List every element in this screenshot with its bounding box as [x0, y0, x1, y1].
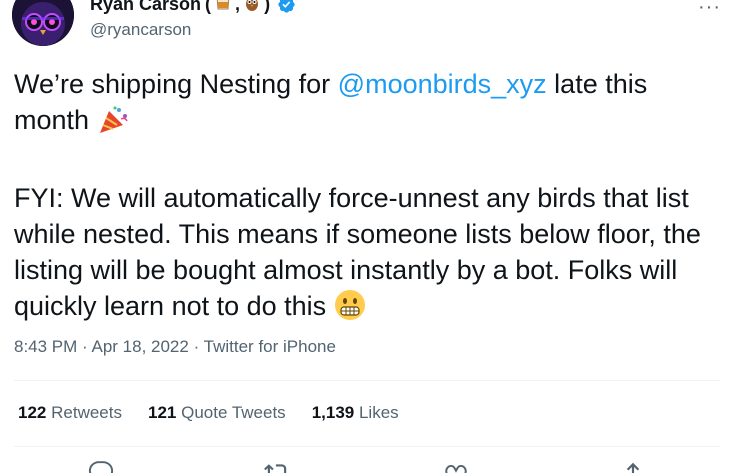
likes-stat[interactable]: 1,139 Likes [312, 403, 399, 423]
author-name-row[interactable]: Ryan Carson ( , ) [90, 0, 296, 15]
tweet-stats: 122 Retweets 121 Quote Tweets 1,139 Like… [18, 403, 399, 423]
retweets-count: 122 [18, 403, 47, 422]
party-popper-icon [97, 105, 129, 144]
verified-badge-icon [277, 0, 296, 14]
tweet-time[interactable]: 8:43 PM [14, 337, 77, 356]
tweet-meta: 8:43 PM · Apr 18, 2022 · Twitter for iPh… [14, 337, 336, 357]
tweet-text: We’re shipping Nesting for @moonbirds_xy… [14, 66, 714, 330]
retweets-label: Retweets [51, 403, 122, 422]
tweet-date[interactable]: Apr 18, 2022 [91, 337, 188, 356]
action-bar [0, 460, 737, 473]
avatar-owl-icon [12, 0, 74, 46]
quote-tweets-stat[interactable]: 121 Quote Tweets [148, 403, 286, 423]
author-handle[interactable]: @ryancarson [90, 20, 191, 40]
owl-icon [244, 0, 260, 15]
tweet-text-prefix: We’re shipping Nesting for [14, 69, 338, 99]
avatar[interactable] [12, 0, 74, 46]
like-icon[interactable] [443, 460, 469, 473]
retweets-stat[interactable]: 122 Retweets [18, 403, 122, 423]
meta-separator: · [77, 337, 92, 356]
tweet-source[interactable]: Twitter for iPhone [204, 337, 336, 356]
share-icon[interactable] [620, 460, 646, 473]
more-options-icon[interactable]: ··· [698, 0, 721, 19]
whisky-glass-icon [215, 0, 231, 15]
quotes-label: Quote Tweets [181, 403, 286, 422]
reply-icon[interactable] [88, 460, 114, 473]
divider [14, 446, 720, 447]
retweet-icon[interactable] [264, 460, 290, 473]
name-paren-close: ) [264, 0, 271, 14]
name-paren-open: ( [205, 0, 212, 14]
likes-count: 1,139 [311, 403, 355, 422]
tweet-card: Ryan Carson ( , ) @ryancarson ··· We’re … [0, 0, 737, 473]
meta-separator: · [188, 337, 204, 356]
divider [14, 380, 720, 381]
author-name[interactable]: Ryan Carson [90, 0, 201, 15]
name-comma: , [235, 0, 241, 14]
likes-label: Likes [358, 403, 399, 422]
tweet-paragraph-1: We’re shipping Nesting for @moonbirds_xy… [14, 66, 714, 144]
tweet-paragraph-2: FYI: We will automatically force-unnest … [14, 180, 714, 330]
quotes-count: 121 [147, 403, 177, 422]
mention-link[interactable]: @moonbirds_xyz [338, 69, 547, 99]
grimacing-face-icon [334, 289, 366, 330]
